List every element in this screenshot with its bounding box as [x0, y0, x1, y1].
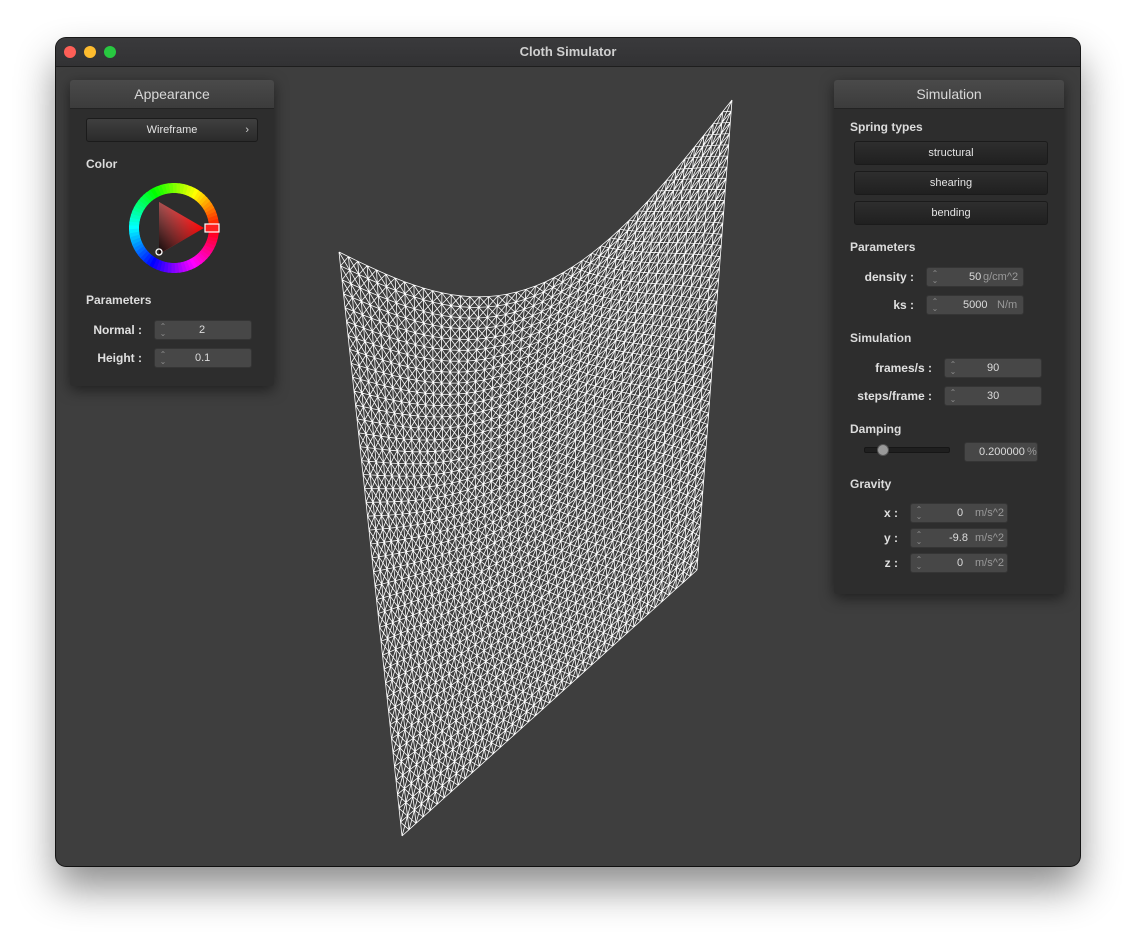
gravity-x-label: x : — [883, 506, 898, 520]
gravity-z-input[interactable]: ⌃ ⌄ 0 m/s^2 — [910, 553, 1008, 573]
chevron-right-icon: › — [245, 124, 249, 136]
appearance-parameters-label: Parameters — [86, 293, 152, 307]
window-title: Cloth Simulator — [519, 44, 617, 59]
color-wheel-picker[interactable] — [128, 182, 220, 274]
spring-types-label: Spring types — [850, 120, 923, 134]
appearance-panel: Appearance Wireframe › Color Parameters … — [70, 80, 274, 386]
steps-per-frame-label: steps/frame : — [857, 389, 932, 403]
stepper-icon[interactable]: ⌃ ⌄ — [159, 351, 167, 366]
frames-per-second-label: frames/s : — [875, 361, 932, 375]
damping-label: Damping — [850, 422, 902, 436]
stepper-icon[interactable]: ⌃ ⌄ — [915, 556, 923, 571]
density-input[interactable]: ⌃ ⌄ 50 g/cm^2 — [926, 267, 1024, 287]
damping-input[interactable]: 0.200000 % — [964, 442, 1038, 462]
normal-label: Normal : — [93, 323, 142, 337]
stepper-icon[interactable]: ⌃ ⌄ — [931, 270, 939, 285]
normal-input[interactable]: ⌃ ⌄ 2 — [154, 320, 252, 340]
cloth-wireframe-mesh — [338, 99, 733, 837]
bending-toggle-button[interactable]: bending — [854, 201, 1048, 225]
cloth-mesh-lines — [338, 99, 733, 837]
appearance-panel-header[interactable]: Appearance — [70, 80, 274, 109]
stepper-icon[interactable]: ⌃ ⌄ — [949, 389, 957, 404]
stepper-icon[interactable]: ⌃ ⌄ — [915, 531, 923, 546]
steps-per-frame-input[interactable]: ⌃ ⌄ 30 — [944, 386, 1042, 406]
gravity-x-input[interactable]: ⌃ ⌄ 0 m/s^2 — [910, 503, 1008, 523]
density-label: density : — [864, 270, 914, 284]
shearing-toggle-button[interactable]: shearing — [854, 171, 1048, 195]
simulation-section-label: Simulation — [850, 331, 912, 345]
render-mode-label: Wireframe — [146, 124, 198, 136]
title-bar[interactable]: Cloth Simulator — [56, 38, 1080, 67]
gravity-z-label: z : — [884, 556, 898, 570]
simulation-parameters-label: Parameters — [850, 240, 916, 254]
structural-toggle-button[interactable]: structural — [854, 141, 1048, 165]
ks-input[interactable]: ⌃ ⌄ 5000 N/m — [926, 295, 1024, 315]
hue-selector-handle[interactable] — [204, 223, 220, 233]
render-mode-dropdown[interactable]: Wireframe › — [86, 118, 258, 142]
height-input[interactable]: ⌃ ⌄ 0.1 — [154, 348, 252, 368]
gravity-label: Gravity — [850, 477, 892, 491]
stepper-icon[interactable]: ⌃ ⌄ — [159, 323, 167, 338]
frames-per-second-input[interactable]: ⌃ ⌄ 90 — [944, 358, 1042, 378]
stepper-icon[interactable]: ⌃ ⌄ — [915, 506, 923, 521]
damping-slider[interactable] — [864, 444, 950, 456]
gravity-y-label: y : — [883, 531, 898, 545]
simulation-panel: Simulation Spring types structural shear… — [834, 80, 1064, 594]
simulation-panel-header[interactable]: Simulation — [834, 80, 1064, 109]
damping-slider-handle[interactable] — [876, 444, 889, 456]
ks-label: ks : — [893, 298, 914, 312]
gravity-y-input[interactable]: ⌃ ⌄ -9.8 m/s^2 — [910, 528, 1008, 548]
color-section-label: Color — [86, 157, 118, 171]
stepper-icon[interactable]: ⌃ ⌄ — [949, 361, 957, 376]
app-window: Cloth Simulator Appearance Wireframe › C… — [56, 38, 1080, 866]
stepper-icon[interactable]: ⌃ ⌄ — [931, 298, 939, 313]
height-label: Height : — [97, 351, 142, 365]
